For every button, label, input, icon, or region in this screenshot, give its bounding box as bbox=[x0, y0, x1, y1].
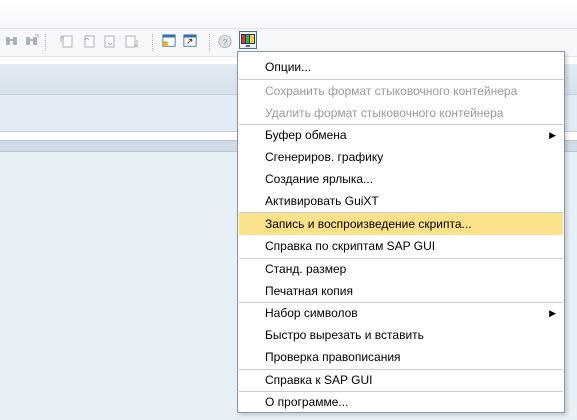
svg-text:?: ? bbox=[223, 36, 228, 46]
menu-item-clipboard[interactable]: Буфер обмена ▶ bbox=[239, 124, 563, 146]
menu-item-label: Опции... bbox=[265, 60, 312, 74]
last-page-icon[interactable] bbox=[124, 34, 138, 48]
previous-page-icon[interactable] bbox=[82, 34, 96, 48]
menu-item-hardcopy[interactable]: Печатная копия bbox=[239, 280, 563, 302]
menu-item-script-recording[interactable]: Запись и воспроизведение скрипта... bbox=[239, 213, 563, 235]
submenu-arrow-icon: ▶ bbox=[549, 308, 556, 318]
menu-item-label: О программе... bbox=[265, 395, 349, 409]
menu-item-label: Буфер обмена bbox=[265, 128, 347, 142]
help-icon[interactable]: ? bbox=[218, 34, 232, 48]
menu-item-delete-docking-format: Удалить формат стыковочного контейнера bbox=[239, 102, 563, 124]
menu-item-label: Набор символов bbox=[265, 306, 358, 320]
next-page-icon[interactable] bbox=[103, 34, 117, 48]
menu-item-label: Быстро вырезать и вставить bbox=[265, 328, 424, 342]
menu-item-label: Станд. размер bbox=[265, 262, 347, 276]
menu-item-label: Сгенериров. графику bbox=[265, 150, 384, 164]
menu-item-sap-gui-help[interactable]: Справка к SAP GUI bbox=[239, 369, 563, 391]
menu-item-options[interactable]: Опции... bbox=[239, 56, 563, 78]
customize-layout-icon[interactable] bbox=[239, 31, 257, 49]
menu-item-label: Удалить формат стыковочного контейнера bbox=[265, 106, 504, 120]
menu-item-create-shortcut[interactable]: Создание ярлыка... bbox=[239, 168, 563, 190]
toolbar-separator bbox=[209, 34, 211, 51]
menu-item-label: Справка по скриптам SAP GUI bbox=[265, 239, 436, 253]
menu-item-default-size[interactable]: Станд. размер bbox=[239, 258, 563, 280]
create-session-icon[interactable] bbox=[162, 34, 176, 48]
menu-item-scripting-help[interactable]: Справка по скриптам SAP GUI bbox=[239, 235, 563, 257]
menu-item-label: Запись и воспроизведение скрипта... bbox=[265, 217, 472, 231]
menu-item-character-set[interactable]: Набор символов ▶ bbox=[239, 302, 563, 324]
menu-item-label: Создание ярлыка... bbox=[265, 172, 374, 186]
menu-item-label: Активировать GuiXT bbox=[265, 194, 379, 208]
find-icon[interactable] bbox=[5, 34, 19, 48]
first-page-icon[interactable] bbox=[60, 34, 74, 48]
menu-item-label: Проверка правописания bbox=[265, 350, 401, 364]
create-shortcut-icon[interactable] bbox=[183, 34, 197, 48]
menu-item-spell-check[interactable]: Проверка правописания bbox=[239, 346, 563, 368]
top-bar bbox=[0, 0, 577, 28]
menu-item-quick-cut-paste[interactable]: Быстро вырезать и вставить bbox=[239, 324, 563, 346]
customize-layout-menu: Опции... Сохранить формат стыковочного к… bbox=[237, 51, 565, 413]
toolbar-separator bbox=[152, 34, 154, 51]
find-next-icon[interactable] bbox=[25, 34, 39, 48]
menu-item-label: Сохранить формат стыковочного контейнера bbox=[265, 84, 518, 98]
toolbar-separator bbox=[45, 34, 47, 51]
submenu-arrow-icon: ▶ bbox=[549, 130, 556, 140]
menu-item-label: Справка к SAP GUI bbox=[265, 373, 373, 387]
menu-item-label: Печатная копия bbox=[265, 284, 353, 298]
menu-item-save-docking-format: Сохранить формат стыковочного контейнера bbox=[239, 80, 563, 102]
menu-item-activate-guixt[interactable]: Активировать GuiXT bbox=[239, 190, 563, 212]
menu-item-generate-graphic[interactable]: Сгенериров. графику bbox=[239, 146, 563, 168]
menu-item-about[interactable]: О программе... bbox=[239, 391, 563, 413]
